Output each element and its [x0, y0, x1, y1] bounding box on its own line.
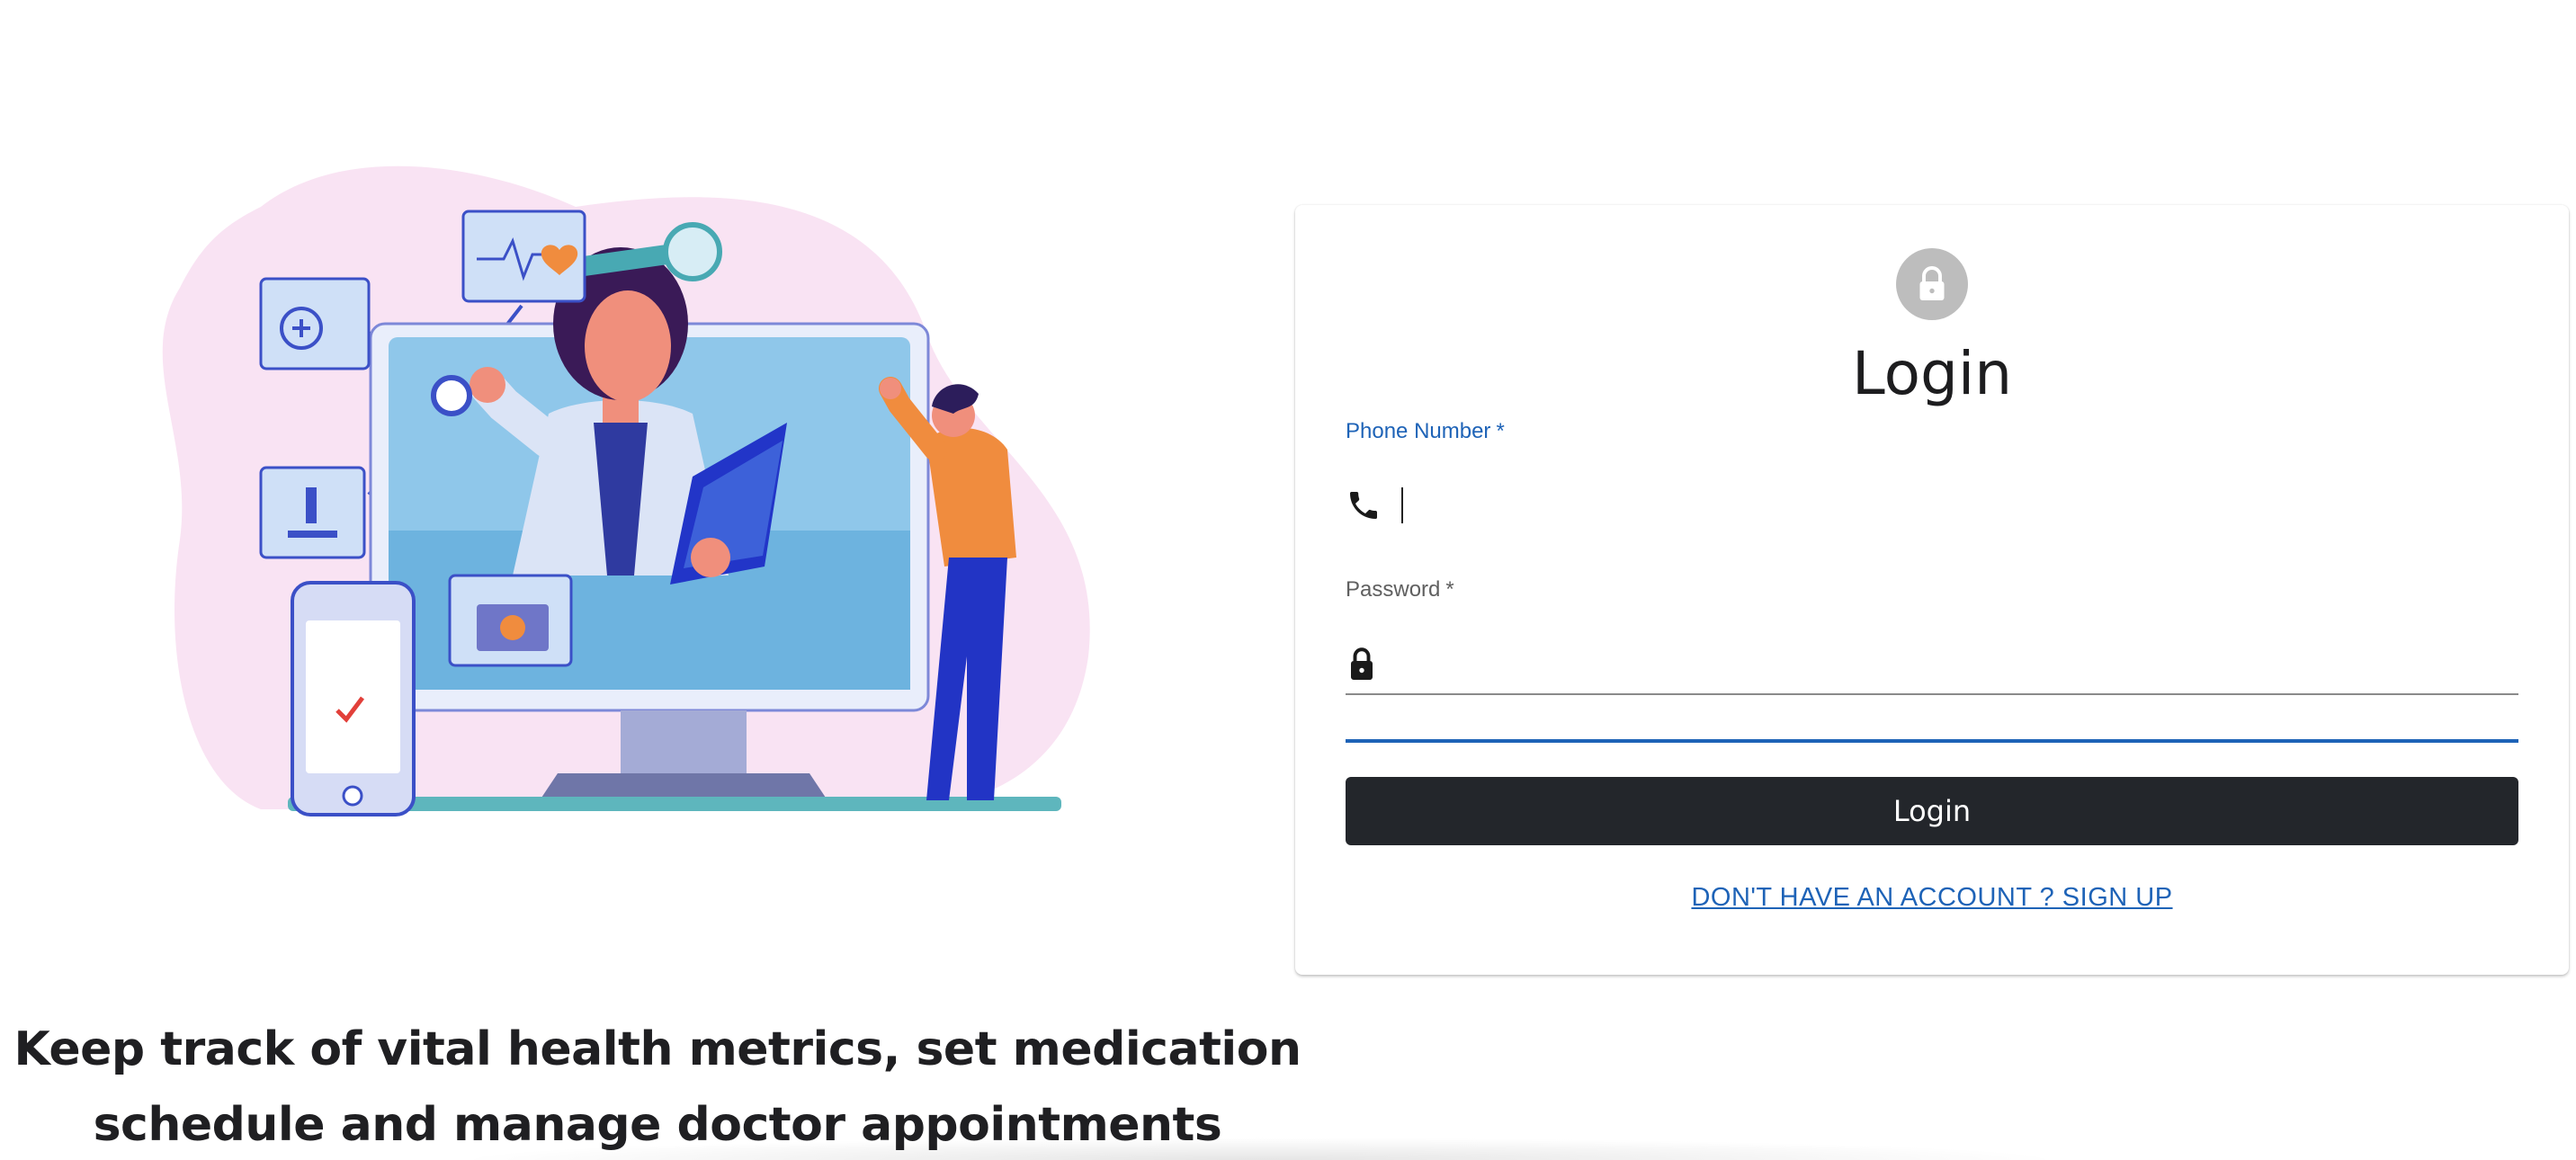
password-field-underline — [1346, 693, 2518, 695]
password-field: Password * — [1346, 576, 2518, 716]
medical-folder-tile — [448, 574, 573, 667]
telehealth-illustration — [162, 165, 1090, 816]
signup-link[interactable]: DON'T HAVE AN ACCOUNT ? SIGN UP — [1295, 879, 2569, 915]
microscope-tile — [259, 466, 366, 559]
password-label: Password * — [1346, 577, 1454, 602]
login-card: Login Phone Number * Password * Login DO… — [1295, 205, 2569, 975]
lock-avatar — [1896, 248, 1968, 320]
phone-field-underline — [1346, 739, 2518, 743]
login-title: Login — [1851, 339, 2013, 408]
phone-number-input[interactable] — [1385, 480, 2518, 531]
heartbeat-tile — [461, 210, 586, 303]
phone-icon — [1346, 486, 1385, 525]
lock-icon — [1919, 266, 1945, 300]
stethoscope-tile — [259, 277, 371, 370]
required-mark: * — [1445, 577, 1454, 602]
required-mark: * — [1496, 419, 1505, 443]
calendar-phone — [291, 581, 416, 816]
lock-icon — [1346, 644, 1385, 683]
bottom-shadow — [450, 1138, 2069, 1160]
password-input[interactable] — [1385, 638, 2518, 689]
login-button[interactable]: Login — [1346, 777, 2518, 845]
text-cursor — [1401, 487, 1403, 523]
phone-number-label: Phone Number * — [1346, 419, 1505, 443]
login-page: Keep track of vital health metrics, set … — [0, 0, 2576, 1160]
phone-number-field: Phone Number * — [1346, 417, 2518, 743]
